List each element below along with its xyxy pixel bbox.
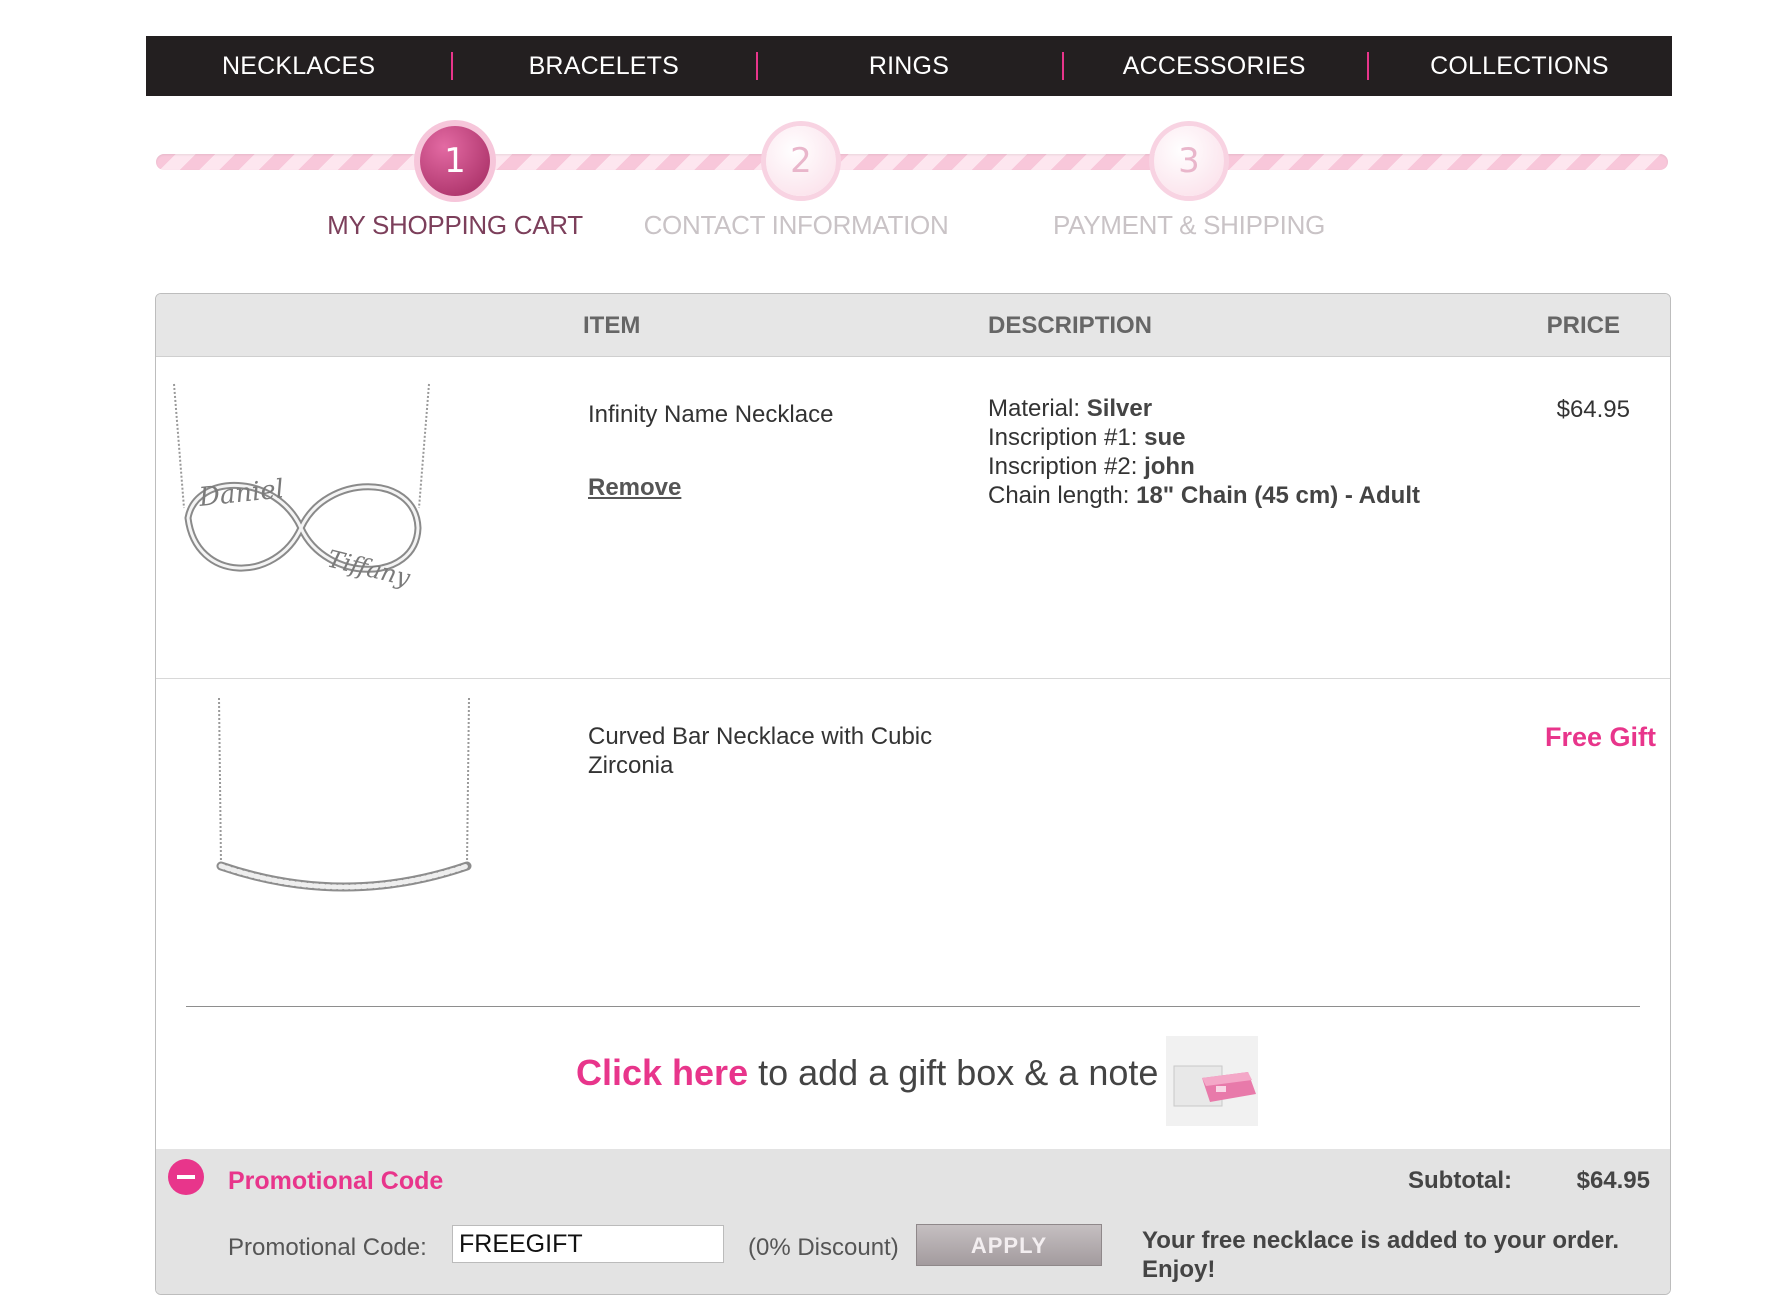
subtotal-value: $64.95 (1576, 1167, 1650, 1194)
checkout-progress: 1 2 3 MY SHOPPING CART CONTACT INFORMATI… (156, 126, 1668, 256)
step-2-label: CONTACT INFORMATION (643, 210, 949, 240)
gift-box-link[interactable]: Click here (576, 1052, 748, 1093)
step-1-circle: 1 (420, 126, 490, 196)
desc-line-material: Material: Silver (988, 395, 1153, 422)
cart-row: Daniel Tiffany Infinity Name Necklace Re… (156, 356, 1670, 679)
shopping-cart-table: ITEM DESCRIPTION PRICE Daniel Tiffany In… (155, 293, 1671, 1295)
promo-code-title[interactable]: Promotional Code (228, 1167, 443, 1196)
cart-row: Curved Bar Necklace with Cubic Zirconia … (156, 678, 1670, 998)
cart-footer: Promotional Code Promotional Code: (0% D… (156, 1149, 1670, 1294)
desc-line-chain-length: Chain length: 18" Chain (45 cm) - Adult (988, 482, 1420, 509)
gift-box-text: to add a gift box & a note (748, 1052, 1159, 1093)
step-3-label: PAYMENT & SHIPPING (1053, 210, 1325, 240)
gift-box-row: Click here to add a gift box & a note (156, 1036, 1670, 1126)
free-gift-message: Your free necklace is added to your orde… (1142, 1227, 1620, 1283)
divider (186, 1006, 1640, 1007)
table-header: ITEM DESCRIPTION PRICE (156, 294, 1670, 357)
promo-code-input[interactable] (452, 1225, 724, 1263)
apply-button[interactable]: APPLY (916, 1224, 1102, 1266)
gift-box-prompt: Click here to add a gift box & a note (576, 1052, 1158, 1094)
free-gift-label: Free Gift (1544, 722, 1656, 752)
necklace-name-1: Daniel (197, 474, 286, 513)
nav-accessories[interactable]: ACCESSORIES (1061, 52, 1367, 81)
step-1-label: MY SHOPPING CART (327, 210, 583, 240)
desc-line-inscription-2: Inscription #2: john (988, 453, 1195, 480)
item-name[interactable]: Infinity Name Necklace (588, 400, 833, 429)
discount-text: (0% Discount) (748, 1234, 899, 1261)
nav-bracelets[interactable]: BRACELETS (451, 52, 756, 81)
desc-line-inscription-1: Inscription #1: sue (988, 424, 1186, 451)
promo-code-label: Promotional Code: (228, 1234, 427, 1261)
step-2-circle: 2 (766, 126, 836, 196)
nav-collections[interactable]: COLLECTIONS (1366, 52, 1672, 81)
infinity-necklace-image[interactable]: Daniel Tiffany (166, 378, 436, 598)
nav-rings[interactable]: RINGS (756, 52, 1061, 81)
main-navigation: NECKLACES BRACELETS RINGS ACCESSORIES CO… (146, 36, 1672, 96)
necklace-name-2: Tiffany (325, 545, 414, 593)
gift-box-icon[interactable] (1166, 1036, 1258, 1126)
item-description: Material: Silver Inscription #1: sue Ins… (988, 394, 1420, 510)
header-price: PRICE (1546, 312, 1620, 339)
item-name[interactable]: Curved Bar Necklace with Cubic Zirconia (588, 722, 968, 780)
step-3-circle: 3 (1154, 126, 1224, 196)
remove-link[interactable]: Remove (588, 474, 681, 502)
curved-bar-necklace-image[interactable] (206, 694, 486, 904)
progress-track (156, 154, 1668, 170)
header-description: DESCRIPTION (988, 312, 1153, 339)
collapse-minus-icon[interactable] (168, 1159, 204, 1195)
header-item: ITEM (583, 312, 641, 339)
item-price: $64.95 (1556, 396, 1630, 423)
nav-necklaces[interactable]: NECKLACES (146, 52, 451, 81)
subtotal-label: Subtotal: (1408, 1167, 1512, 1194)
